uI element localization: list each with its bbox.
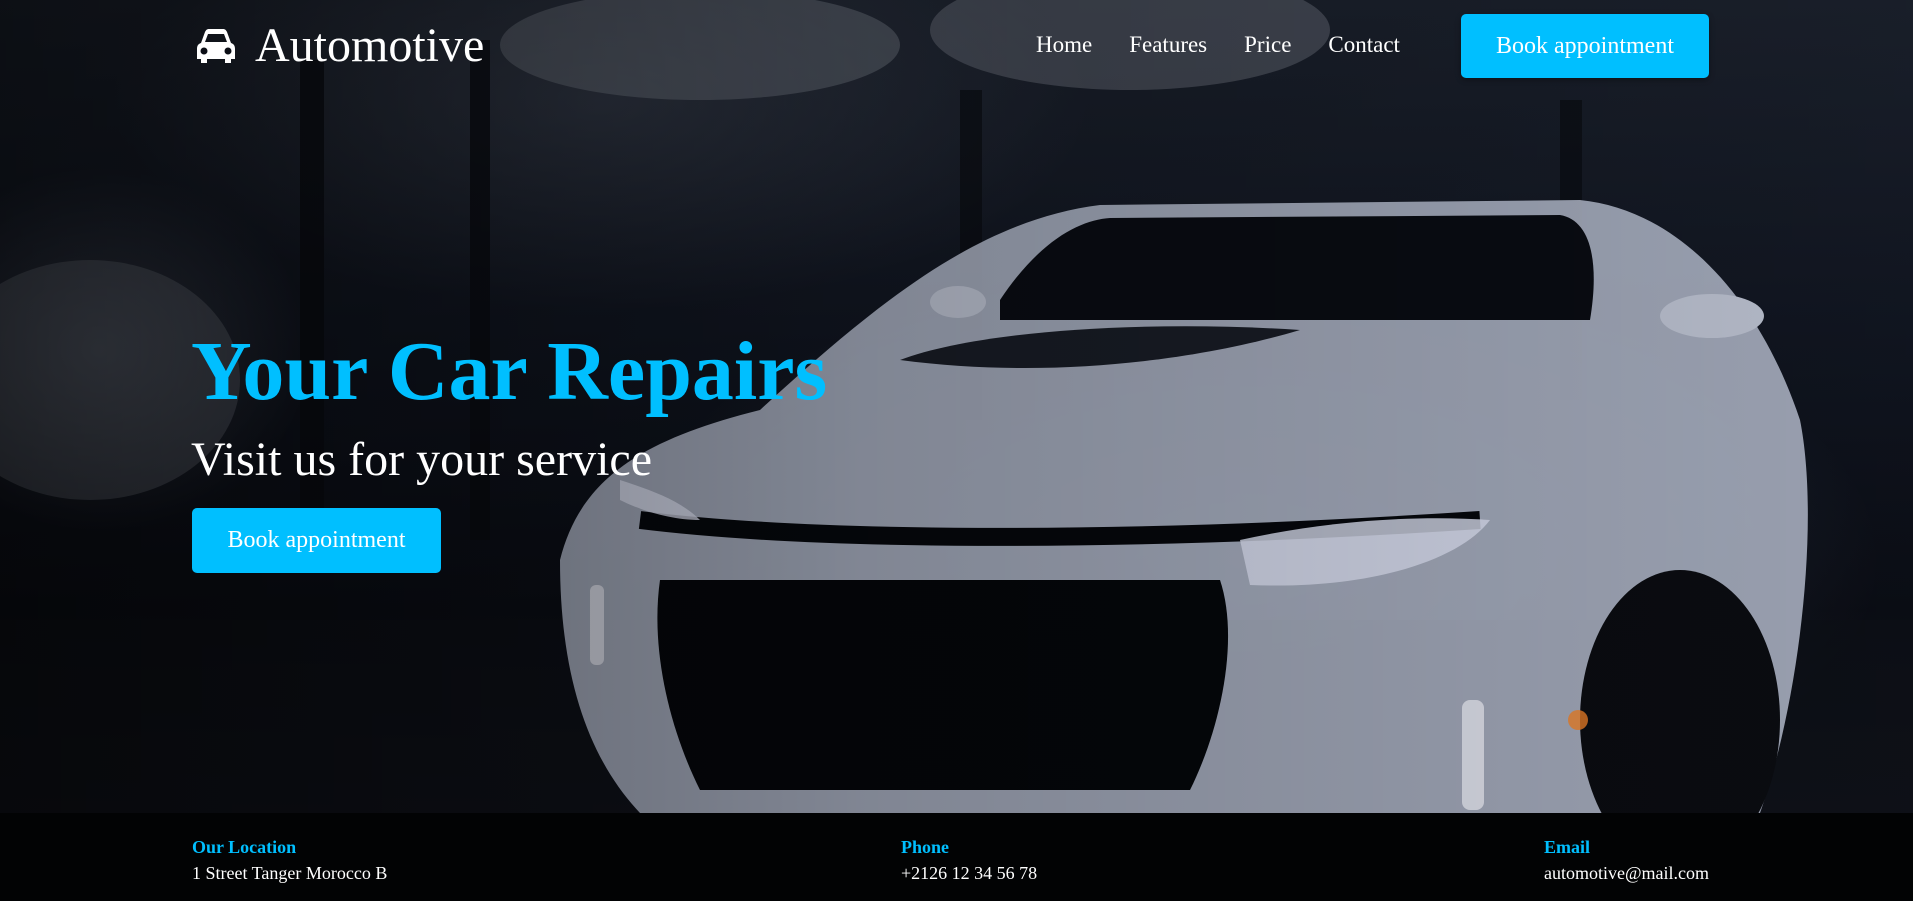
email-title: Email bbox=[1544, 837, 1591, 857]
brand-name: Automotive bbox=[255, 19, 485, 72]
top-navbar: Automotive Home Features Price Contact B… bbox=[0, 0, 1913, 92]
nav-book-appointment-button[interactable]: Book appointment bbox=[1461, 14, 1709, 78]
hero-book-appointment-button[interactable]: Book appointment bbox=[192, 508, 441, 573]
hero-subtitle: Visit us for your service bbox=[191, 433, 653, 486]
nav-link-home[interactable]: Home bbox=[1036, 28, 1092, 62]
email-info: Email automotive@mail.com bbox=[1544, 835, 1709, 887]
location-info: Our Location 1 Street Tanger Morocco B bbox=[192, 835, 387, 887]
nav-link-contact[interactable]: Contact bbox=[1328, 28, 1400, 62]
nav-links: Home Features Price Contact bbox=[1036, 28, 1400, 62]
car-icon bbox=[195, 25, 237, 67]
nav-link-price[interactable]: Price bbox=[1244, 28, 1291, 62]
nav-link-features[interactable]: Features bbox=[1129, 28, 1207, 62]
hero-title: Your Car Repairs bbox=[191, 325, 828, 418]
email-value[interactable]: automotive@mail.com bbox=[1544, 859, 1709, 887]
brand-logo[interactable]: Automotive bbox=[195, 18, 484, 74]
phone-value[interactable]: +2126 12 34 56 78 bbox=[901, 859, 1037, 887]
phone-info: Phone +2126 12 34 56 78 bbox=[901, 835, 1037, 887]
location-title: Our Location bbox=[192, 837, 297, 857]
location-value: 1 Street Tanger Morocco B bbox=[192, 863, 388, 883]
contact-footer: Our Location 1 Street Tanger Morocco B P… bbox=[0, 813, 1913, 901]
phone-title: Phone bbox=[901, 837, 950, 857]
